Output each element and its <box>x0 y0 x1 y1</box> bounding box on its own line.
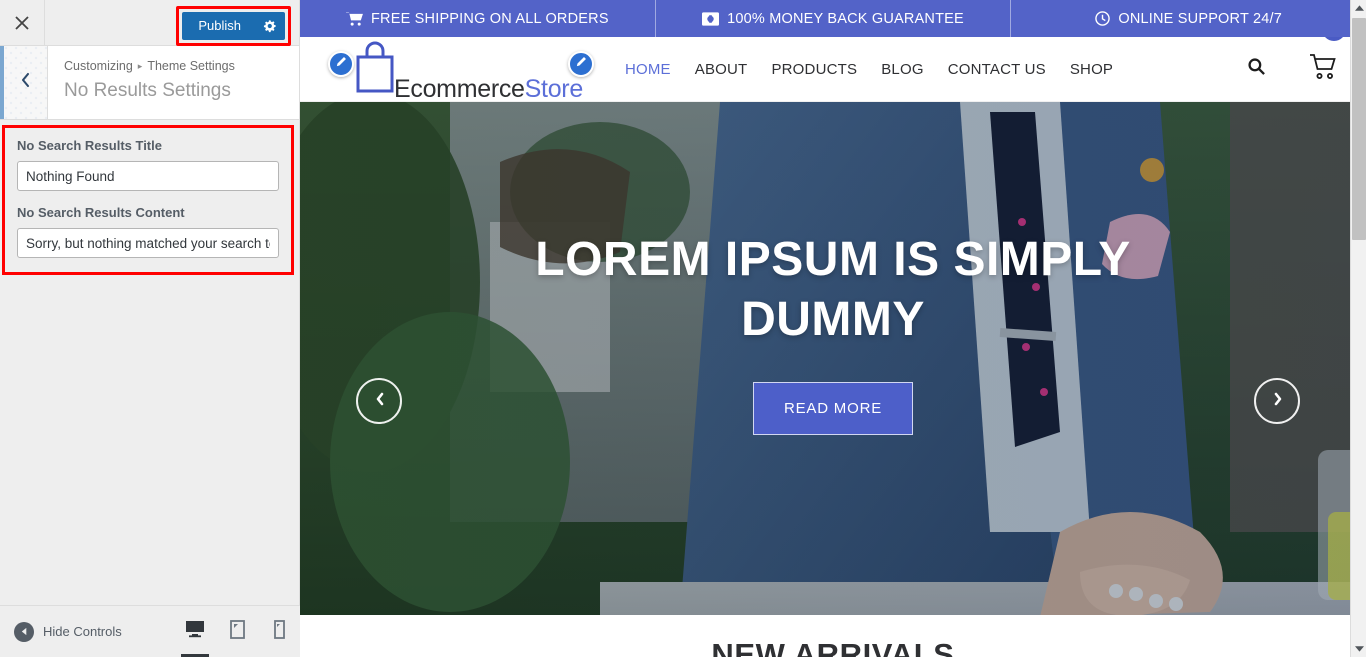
device-preview-tablet[interactable] <box>216 606 258 657</box>
site-logo-primary: Ecommerce <box>394 74 525 103</box>
device-preview-desktop[interactable] <box>174 606 216 657</box>
device-preview-switcher <box>174 606 300 657</box>
back-button[interactable] <box>0 46 48 119</box>
no-search-results-content-input[interactable] <box>17 228 279 258</box>
promo-item-label: 100% MONEY BACK GUARANTEE <box>727 10 964 27</box>
chevron-left-icon <box>373 391 386 412</box>
promo-item-label: FREE SHIPPING ON ALL ORDERS <box>370 10 609 27</box>
shopping-bag-icon <box>352 41 398 98</box>
customizer-footer: Hide Controls <box>0 605 300 657</box>
hide-controls-label: Hide Controls <box>43 624 122 639</box>
main-navigation: HOME ABOUT PRODUCTS BLOG CONTACT US SHOP <box>625 61 1113 78</box>
control-label: No Search Results Content <box>17 205 185 220</box>
control-no-search-results-content: No Search Results Content <box>17 205 279 258</box>
nav-item-blog[interactable]: BLOG <box>881 61 923 78</box>
caret-left-circle-icon <box>14 621 34 642</box>
header-icon-group: 0 <box>1247 16 1346 86</box>
customizer-controls-area: No Search Results Title No Search Result… <box>0 120 299 605</box>
breadcrumb-separator-icon: ▸ <box>137 61 143 71</box>
hide-controls-button[interactable]: Hide Controls <box>0 621 122 642</box>
close-icon <box>14 15 30 31</box>
hero-prev-button[interactable] <box>356 378 402 424</box>
no-search-results-title-input[interactable] <box>17 161 279 191</box>
customizer-topbar: Publish <box>0 0 299 46</box>
edit-shortcut-menu-button[interactable] <box>568 51 594 77</box>
publish-button[interactable]: Publish <box>182 12 285 40</box>
hero-read-more-button[interactable]: READ MORE <box>752 382 914 435</box>
chevron-left-icon <box>19 72 32 93</box>
control-label: No Search Results Title <box>17 138 162 153</box>
edit-shortcut-logo-button[interactable] <box>328 51 354 77</box>
pencil-edit-icon <box>575 55 587 73</box>
nav-item-about[interactable]: ABOUT <box>695 61 748 78</box>
preview-scrollbar[interactable] <box>1350 0 1366 657</box>
breadcrumb-root[interactable]: Customizing <box>64 58 133 74</box>
device-preview-mobile[interactable] <box>258 606 300 657</box>
new-arrivals-heading: NEW ARRIVALS <box>711 637 955 657</box>
site-logo-text: EcommerceStore <box>394 76 583 102</box>
tablet-icon <box>229 619 245 644</box>
nav-item-shop[interactable]: SHOP <box>1070 61 1113 78</box>
mobile-icon <box>273 619 285 644</box>
site-logo-secondary: Store <box>524 74 584 103</box>
nav-item-contact-us[interactable]: CONTACT US <box>948 61 1046 78</box>
nav-item-products[interactable]: PRODUCTS <box>771 61 857 78</box>
promo-item-online-support: ONLINE SUPPORT 24/7 <box>1011 0 1366 37</box>
control-no-search-results-title: No Search Results Title <box>17 138 279 191</box>
customizer-panel-header: Customizing ▸ Theme Settings No Results … <box>0 46 299 120</box>
promo-item-free-shipping: FREE SHIPPING ON ALL ORDERS <box>300 0 656 37</box>
search-button[interactable] <box>1247 57 1266 81</box>
hero-slider: LOREM IPSUM IS SIMPLY DUMMY READ MORE <box>300 102 1366 615</box>
close-customizer-button[interactable] <box>0 0 45 45</box>
panel-titles: Customizing ▸ Theme Settings No Results … <box>48 46 235 119</box>
nav-item-home[interactable]: HOME <box>625 61 671 78</box>
cart-button[interactable]: 0 <box>1308 16 1346 86</box>
promo-item-money-back: 100% MONEY BACK GUARANTEE <box>656 0 1012 37</box>
page-title: No Results Settings <box>64 80 231 101</box>
caret-down-icon[interactable] <box>1351 640 1366 657</box>
customizer-sidebar: Publish Customizing ▸ Theme Settings No … <box>0 0 300 657</box>
breadcrumb-parent[interactable]: Theme Settings <box>147 58 235 74</box>
publish-button-label: Publish <box>198 18 241 33</box>
hero-next-button[interactable] <box>1254 378 1300 424</box>
customizer-screen: Publish Customizing ▸ Theme Settings No … <box>0 0 1366 657</box>
promo-item-label: ONLINE SUPPORT 24/7 <box>1118 10 1282 27</box>
preview-scrollbar-thumb[interactable] <box>1352 18 1366 240</box>
hero-content: LOREM IPSUM IS SIMPLY DUMMY READ MORE <box>300 230 1366 435</box>
promo-bar: FREE SHIPPING ON ALL ORDERS 100% MONEY B… <box>300 0 1366 37</box>
desktop-icon <box>185 620 205 643</box>
money-icon <box>702 11 720 26</box>
site-header: EcommerceStore HOME ABOUT PRODUCTS BLOG … <box>300 16 1366 102</box>
clock-icon <box>1095 11 1111 26</box>
publish-highlight-box: Publish <box>176 6 291 46</box>
caret-up-icon[interactable] <box>1351 0 1366 17</box>
chevron-right-icon <box>1271 391 1284 412</box>
search-icon <box>1247 57 1266 81</box>
site-logo[interactable]: EcommerceStore <box>352 41 583 102</box>
breadcrumb: Customizing ▸ Theme Settings <box>64 58 235 74</box>
gear-icon[interactable] <box>255 12 285 40</box>
controls-highlight-box: No Search Results Title No Search Result… <box>2 125 294 275</box>
cart-icon <box>1308 53 1338 86</box>
site-preview: FREE SHIPPING ON ALL ORDERS 100% MONEY B… <box>300 0 1366 657</box>
pencil-edit-icon <box>335 55 347 73</box>
shopping-cart-icon <box>346 11 363 26</box>
hero-title: LOREM IPSUM IS SIMPLY DUMMY <box>535 233 1131 346</box>
